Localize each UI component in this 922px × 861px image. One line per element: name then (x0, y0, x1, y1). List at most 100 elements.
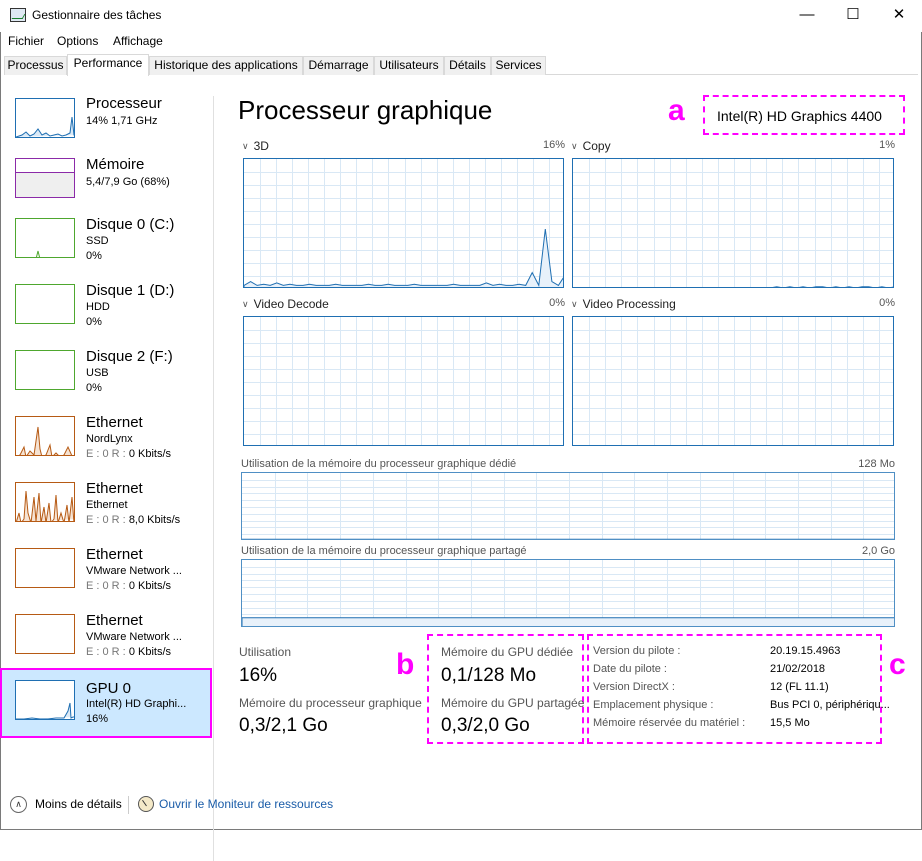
tab-historique[interactable]: Historique des applications (149, 56, 303, 75)
sidebar-item-disque-0[interactable]: Disque 0 (C:) SSD 0% (0, 216, 212, 280)
sidebar-item-name: Mémoire (86, 156, 145, 173)
sidebar-item-disque-1[interactable]: Disque 1 (D:) HDD 0% (0, 282, 212, 346)
sidebar-item-value: 0% (86, 250, 102, 262)
menu-affichage[interactable]: Affichage (113, 34, 163, 48)
chevron-down-icon: ∨ (571, 141, 578, 151)
sidebar-item-processeur[interactable]: Processeur 14% 1,71 GHz (0, 90, 212, 154)
tab-processus[interactable]: Processus (4, 56, 67, 75)
ethernet-thumbnail (15, 548, 75, 588)
graph-video-processing (572, 316, 894, 446)
reserved-memory-value: 15,5 Mo (770, 717, 810, 729)
ethernet-thumbnail (15, 416, 75, 456)
footer-bar: ∧ Moins de détails Ouvrir le Moniteur de… (0, 788, 922, 828)
dedicated-memory-label: Utilisation de la mémoire du processeur … (241, 458, 517, 470)
sidebar-item-ethernet-nordlynx[interactable]: Ethernet NordLynx E : 0 R : 0 Kbits/s (0, 414, 212, 478)
sidebar-item-detail: NordLynx (86, 433, 133, 445)
engine-selector-video-processing[interactable]: ∨ Video Processing (571, 297, 676, 311)
engine-pct-video-processing: 0% (879, 297, 895, 309)
tab-demarrage[interactable]: Démarrage (303, 56, 374, 75)
fewer-details-button[interactable]: Moins de détails (35, 797, 122, 811)
driver-version-label: Version du pilote : (593, 645, 681, 657)
physical-location-value: Bus PCI 0, périphériqu... (770, 699, 890, 711)
shared-gpu-memory-value: 0,3/2,0 Go (441, 715, 530, 736)
tab-services[interactable]: Services (491, 56, 546, 75)
driver-date-value: 21/02/2018 (770, 663, 826, 675)
chevron-down-icon: ∨ (242, 299, 249, 309)
cpu-thumbnail (15, 98, 75, 138)
driver-version-value: 20.19.15.4963 (770, 645, 841, 657)
tab-details[interactable]: Détails (444, 56, 491, 75)
menu-bar: Fichier Options Affichage (0, 32, 922, 52)
gpu-thumbnail (15, 680, 75, 720)
shared-memory-label: Utilisation de la mémoire du processeur … (241, 545, 527, 557)
footer-separator (128, 796, 129, 814)
graph-video-decode (243, 316, 564, 446)
ethernet-thumbnail (15, 482, 75, 522)
minimize-button[interactable]: — (784, 0, 830, 32)
annotation-b: b (396, 648, 415, 681)
sidebar-item-name: Ethernet (86, 414, 143, 431)
sidebar-item-detail: SSD (86, 235, 109, 247)
menu-fichier[interactable]: Fichier (8, 34, 44, 48)
open-resource-monitor-link[interactable]: Ouvrir le Moniteur de ressources (159, 797, 333, 811)
annotation-a: a (668, 94, 685, 127)
sidebar-item-value: 0% (86, 382, 102, 394)
annotation-c: c (889, 648, 906, 681)
window-title: Gestionnaire des tâches (32, 8, 162, 22)
chevron-up-icon[interactable]: ∧ (10, 796, 27, 813)
sidebar-item-detail: Ethernet (86, 499, 128, 511)
gpu-memory-label: Mémoire du processeur graphique (239, 696, 422, 710)
graph-copy (572, 158, 894, 288)
chevron-down-icon: ∨ (571, 299, 578, 309)
sidebar-item-name: Processeur (86, 95, 162, 112)
gpu-model-name: Intel(R) HD Graphics 4400 (703, 95, 905, 135)
sidebar-item-ethernet-vmware-2[interactable]: Ethernet VMware Network ... E : 0 R : 0 … (0, 612, 212, 676)
sidebar-item-name: Ethernet (86, 480, 143, 497)
sidebar-item-value: 16% (86, 713, 109, 725)
activity-trace (242, 617, 894, 626)
gpu-memory-value: 0,3/2,1 Go (239, 715, 328, 736)
close-button[interactable]: ✕ (876, 0, 922, 32)
task-manager-icon (10, 8, 26, 22)
sidebar-item-value: 0% (86, 316, 102, 328)
sidebar-item-disque-2[interactable]: Disque 2 (F:) USB 0% (0, 348, 212, 412)
sidebar-item-ethernet-vmware-1[interactable]: Ethernet VMware Network ... E : 0 R : 0 … (0, 546, 212, 610)
sidebar-item-value: E : 0 R : 0 Kbits/s (86, 646, 171, 658)
reserved-memory-label: Mémoire réservée du matériel : (593, 717, 746, 729)
sidebar-item-detail: HDD (86, 301, 110, 313)
tab-performance[interactable]: Performance (67, 54, 149, 76)
sidebar-item-memoire[interactable]: Mémoire 5,4/7,9 Go (68%) (0, 156, 212, 220)
graph-3d (243, 158, 564, 288)
engine-selector-3d[interactable]: ∨ 3D (242, 139, 269, 153)
sidebar-item-detail: VMware Network ... (86, 631, 182, 643)
sidebar-item-ethernet[interactable]: Ethernet Ethernet E : 0 R : 8,0 Kbits/s (0, 480, 212, 544)
sidebar-item-detail: VMware Network ... (86, 565, 182, 577)
maximize-button[interactable]: ☐ (830, 0, 876, 32)
sidebar-item-name: Ethernet (86, 546, 143, 563)
sidebar-item-value: E : 0 R : 8,0 Kbits/s (86, 514, 181, 526)
sidebar-item-gpu-0[interactable]: GPU 0 Intel(R) HD Graphi... 16% (0, 668, 212, 738)
sidebar-item-name: Disque 0 (C:) (86, 216, 175, 233)
sidebar-item-detail: USB (86, 367, 109, 379)
dedicated-gpu-memory-value: 0,1/128 Mo (441, 665, 537, 686)
memory-thumbnail (15, 158, 75, 198)
sidebar-item-name: Disque 1 (D:) (86, 282, 175, 299)
directx-version-label: Version DirectX : (593, 681, 675, 693)
dedicated-memory-graph (241, 472, 895, 540)
disk2-thumbnail (15, 350, 75, 390)
utilisation-value: 16% (239, 665, 278, 686)
sidebar-item-value: E : 0 R : 0 Kbits/s (86, 448, 171, 460)
physical-location-label: Emplacement physique : (593, 699, 714, 711)
chevron-down-icon: ∨ (242, 141, 249, 151)
driver-date-label: Date du pilote : (593, 663, 667, 675)
engine-selector-copy[interactable]: ∨ Copy (571, 139, 611, 153)
sidebar-item-value: E : 0 R : 0 Kbits/s (86, 580, 171, 592)
menu-options[interactable]: Options (57, 34, 98, 48)
tab-utilisateurs[interactable]: Utilisateurs (374, 56, 444, 75)
activity-trace (242, 538, 894, 539)
engine-selector-video-decode[interactable]: ∨ Video Decode (242, 297, 329, 311)
engine-pct-video-decode: 0% (549, 297, 565, 309)
sidebar-item-detail: Intel(R) HD Graphi... (86, 698, 187, 710)
utilisation-label: Utilisation (239, 645, 292, 659)
sidebar-item-detail: 14% 1,71 GHz (86, 115, 158, 127)
